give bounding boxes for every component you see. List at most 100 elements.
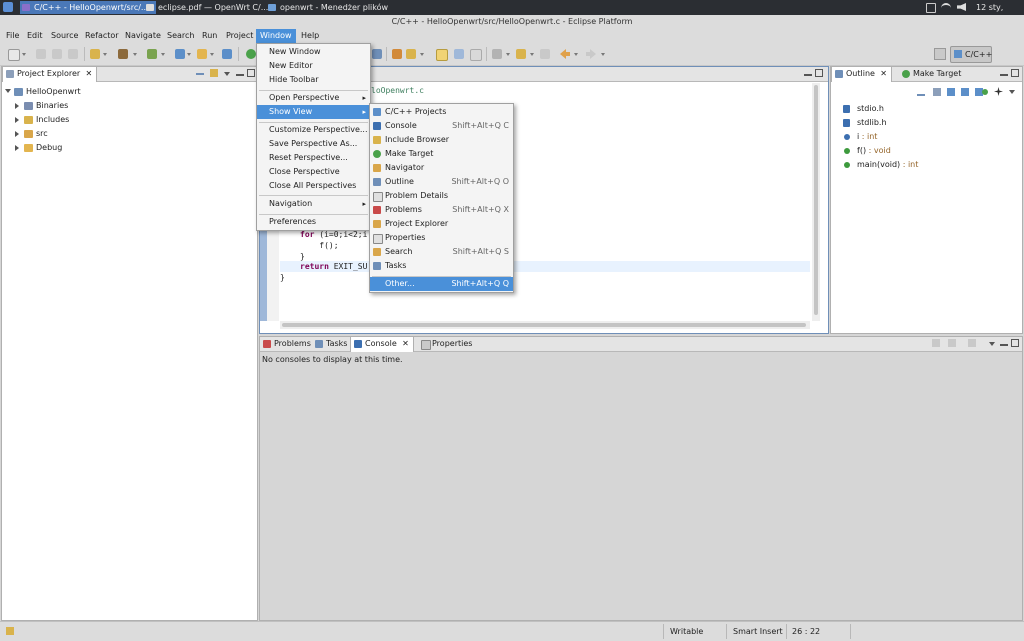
tab-make-target[interactable]: Make Target	[899, 67, 977, 81]
menu-item-outline[interactable]: Outline Shift+Alt+Q O	[370, 175, 513, 189]
collapse-all-icon[interactable]	[196, 69, 204, 75]
menu-project[interactable]: Project	[222, 29, 257, 43]
filter-icon[interactable]	[994, 87, 1003, 96]
forward-icon[interactable]	[586, 49, 596, 59]
menu-item-properties[interactable]: Properties	[370, 231, 513, 245]
new-class-icon[interactable]	[175, 49, 185, 59]
menu-edit[interactable]: Edit	[23, 29, 47, 43]
menu-source[interactable]: Source	[47, 29, 82, 43]
maximize-icon[interactable]	[1011, 339, 1019, 347]
outline-item[interactable]: i : int	[843, 130, 1003, 144]
open-type-icon[interactable]	[222, 49, 232, 59]
edit-icon[interactable]	[406, 49, 416, 59]
menu-item-other[interactable]: Other... Shift+Alt+Q Q	[370, 277, 513, 291]
menu-item-cpp-projects[interactable]: C/C++ Projects	[370, 105, 513, 119]
network-icon[interactable]	[926, 3, 936, 13]
tab-project-explorer[interactable]: Project Explorer ✕	[2, 66, 98, 82]
new-icon[interactable]	[8, 49, 20, 61]
chevron-down-icon[interactable]	[103, 53, 107, 56]
tab-properties[interactable]: Properties	[418, 337, 476, 351]
task-filemanager[interactable]: openwrt - Menedżer plików	[266, 1, 420, 14]
start-menu-icon[interactable]	[3, 2, 13, 12]
chevron-down-icon[interactable]	[133, 53, 137, 56]
code-line[interactable]: }	[280, 272, 285, 283]
menu-item-close-perspective[interactable]: Close Perspective	[257, 165, 370, 179]
code-line[interactable]: f();	[300, 240, 338, 251]
print-icon[interactable]	[68, 49, 78, 59]
link-editor-icon[interactable]	[210, 69, 218, 77]
display-console-icon[interactable]	[948, 339, 956, 347]
menu-item-save-perspective[interactable]: Save Perspective As...	[257, 137, 370, 151]
menu-item-open-perspective[interactable]: Open Perspective ▸	[257, 91, 370, 105]
save-icon[interactable]	[36, 49, 46, 59]
menu-item-problem-details[interactable]: Problem Details	[370, 189, 513, 203]
menu-run[interactable]: Run	[198, 29, 221, 43]
volume-icon[interactable]	[957, 3, 966, 11]
hide-static-icon[interactable]	[961, 88, 969, 96]
maximize-icon[interactable]	[1011, 69, 1019, 77]
chevron-down-icon[interactable]	[506, 53, 510, 56]
minimize-icon[interactable]	[236, 69, 244, 76]
chevron-down-icon[interactable]	[420, 53, 424, 56]
menu-window[interactable]: Window	[256, 29, 296, 43]
prev-annotation-icon[interactable]	[516, 49, 526, 59]
menu-item-include-browser[interactable]: Include Browser	[370, 133, 513, 147]
collapse-icon[interactable]	[15, 103, 19, 109]
menu-item-search[interactable]: Search Shift+Alt+Q S	[370, 245, 513, 259]
code-line[interactable]: return EXIT_SU	[300, 261, 367, 272]
last-edit-icon[interactable]	[540, 49, 550, 59]
vertical-scrollbar[interactable]	[812, 83, 820, 321]
view-menu-icon[interactable]	[989, 342, 995, 346]
collapse-all-icon[interactable]	[917, 88, 925, 96]
next-annotation-icon[interactable]	[492, 49, 502, 59]
menu-item-make-target[interactable]: Make Target	[370, 147, 513, 161]
new-folder-icon[interactable]	[197, 49, 207, 59]
run-icon[interactable]	[246, 49, 256, 59]
minimize-icon[interactable]	[1000, 339, 1008, 346]
hammer-icon[interactable]	[118, 49, 128, 59]
save-all-icon[interactable]	[52, 49, 62, 59]
group-icon[interactable]	[982, 89, 988, 95]
expand-icon[interactable]	[5, 89, 11, 93]
open-console-icon[interactable]	[968, 339, 976, 347]
perspective-cpp-button[interactable]: C/C++	[950, 46, 992, 63]
menu-item-reset-perspective[interactable]: Reset Perspective...	[257, 151, 370, 165]
tab-tasks[interactable]: Tasks	[312, 337, 351, 351]
menu-item-project-explorer[interactable]: Project Explorer	[370, 217, 513, 231]
horizontal-scrollbar[interactable]	[280, 321, 810, 329]
build-icon[interactable]	[90, 49, 100, 59]
close-icon[interactable]: ✕	[86, 67, 93, 81]
open-perspective-icon[interactable]	[934, 48, 946, 60]
menu-item-preferences[interactable]: Preferences	[257, 215, 370, 229]
minimize-icon[interactable]	[1000, 69, 1008, 76]
sort-icon[interactable]	[933, 88, 941, 96]
menu-help[interactable]: Help	[297, 29, 323, 43]
back-icon[interactable]	[560, 49, 570, 59]
collapse-icon[interactable]	[15, 131, 19, 137]
minimize-icon[interactable]	[804, 69, 812, 76]
menu-item-navigator[interactable]: Navigator	[370, 161, 513, 175]
fast-view-icon[interactable]	[6, 627, 14, 635]
task-pdf[interactable]: eclipse.pdf — OpenWrt C/...	[144, 1, 276, 14]
collapse-icon[interactable]	[15, 117, 19, 123]
close-icon[interactable]: ✕	[402, 337, 409, 351]
menu-item-problems[interactable]: Problems Shift+Alt+Q X	[370, 203, 513, 217]
menu-item-close-all-perspectives[interactable]: Close All Perspectives	[257, 179, 370, 193]
chevron-down-icon[interactable]	[187, 53, 191, 56]
menu-item-console[interactable]: Console Shift+Alt+Q C	[370, 119, 513, 133]
highlight-icon[interactable]	[436, 49, 448, 61]
maximize-icon[interactable]	[815, 69, 823, 77]
bug-icon[interactable]	[147, 49, 157, 59]
task-eclipse[interactable]: C/C++ - HelloOpenwrt/src/...	[20, 1, 156, 14]
menu-file[interactable]: File	[2, 29, 23, 43]
chevron-down-icon[interactable]	[161, 53, 165, 56]
wifi-icon[interactable]	[941, 3, 951, 13]
task-icon[interactable]	[392, 49, 402, 59]
menu-item-show-view[interactable]: Show View ▸	[257, 105, 370, 119]
tab-problems[interactable]: Problems	[260, 337, 315, 351]
scrollbar-thumb[interactable]	[282, 323, 806, 327]
hide-fields-icon[interactable]	[947, 88, 955, 96]
scrollbar-thumb[interactable]	[814, 85, 818, 315]
menu-search[interactable]: Search	[163, 29, 198, 43]
view-menu-icon[interactable]	[1009, 90, 1015, 94]
